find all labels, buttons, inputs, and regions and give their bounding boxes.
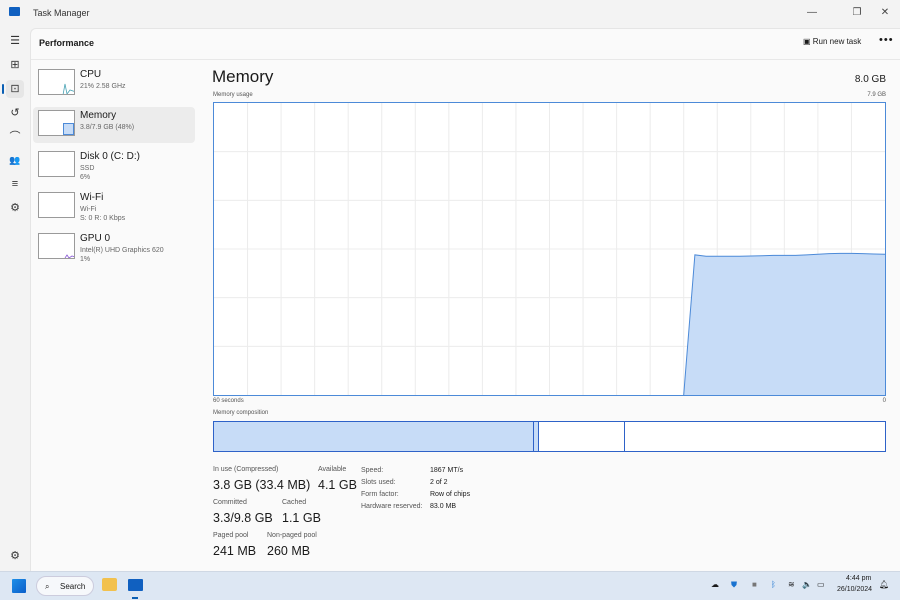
onedrive-icon[interactable]: ☁ [711,580,719,589]
startup-apps-icon[interactable]: ⌒ [6,128,24,146]
processes-icon[interactable]: ⊞ [6,56,24,74]
stat-value: 3.8 GB (33.4 MB) [213,478,311,492]
device-detail-2: 1% [80,256,91,263]
device-name: CPU [80,69,102,80]
device-detail: Intel(R) UHD Graphics 620 [80,247,164,254]
start-button[interactable] [12,579,26,593]
search-icon: ⌕ [45,582,50,591]
memory-usage-area [683,253,885,395]
clock-time[interactable]: 4:44 pm [846,575,871,582]
device-disk[interactable]: Disk 0 (C: D:) SSD 6% [33,148,195,184]
memory-composition-bar [213,421,886,452]
run-task-icon: ▣ [803,37,813,46]
spec-label: Slots used: [361,479,396,486]
clock-date[interactable]: 26/10/2024 [837,586,872,593]
spec-label: Form factor: [361,491,399,498]
device-wifi[interactable]: Wi-Fi Wi-Fi S: 0 R: 0 Kbps [33,189,195,225]
composition-free[interactable] [625,422,885,451]
hamburger-menu-icon[interactable]: ☰ [6,32,24,50]
composition-standby[interactable] [539,422,626,451]
taskbar: ⌕ Search ☁ ⛊ ■ ᛒ ≋ 🔈 ▭ 4:44 pm 26/10/202… [0,571,900,600]
spec-label: Hardware reserved: [361,503,423,510]
memory-title: Memory [212,67,274,86]
spec-value: 1867 MT/s [430,467,464,474]
device-name: Disk 0 (C: D:) [80,151,140,162]
volume-icon[interactable]: 🔈 [802,580,812,589]
nav-rail: ☰ ⊞ ⊡ ↺ ⌒ 👥 ≡ ⚙ ⚙ [0,28,30,571]
memory-usage-label: Memory usage [213,92,253,98]
notification-bell-icon[interactable]: 🔔︎ [879,580,889,589]
security-icon[interactable]: ⛊ [731,580,737,590]
device-name: Memory [80,110,117,121]
tray-app-icon[interactable]: ■ [752,580,757,589]
stat-label: Committed [213,499,247,506]
device-detail: 3.8/7.9 GB (48%) [80,124,135,131]
device-detail-2: S: 0 R: 0 Kbps [80,215,126,222]
more-options-button[interactable]: ••• [879,34,894,46]
close-button[interactable]: ✕ [873,4,897,22]
run-new-task-button[interactable]: ▣ Run new task [803,37,861,46]
wifi-thumbnail-graph [38,192,75,218]
stat-label: Non-paged pool [267,532,317,539]
memory-usage-chart [213,102,886,396]
main-panel: Performance ▣ Run new task ••• CPU 21% 2… [30,28,900,571]
stat-label: Paged pool [213,532,249,539]
settings-icon[interactable]: ⚙ [6,547,24,565]
mem-thumbnail-graph [38,110,75,136]
device-detail: SSD [80,165,95,172]
time-axis-left: 60 seconds [213,398,244,404]
spec-value: Row of chips [430,491,471,498]
device-name: Wi-Fi [80,192,104,203]
details-icon[interactable]: ≡ [6,175,24,193]
stat-label: Cached [282,499,307,506]
memory-total: 8.0 GB [854,74,886,85]
selected-indicator [2,84,4,94]
memory-composition-label: Memory composition [213,410,269,416]
minimize-button[interactable]: — [800,4,824,22]
restore-button[interactable]: ❐ [845,4,869,22]
disk-thumbnail-graph [38,151,75,177]
task-manager-taskbar-icon[interactable] [128,579,143,591]
file-explorer-icon[interactable] [102,578,117,591]
time-axis-right: 0 [882,398,886,404]
device-detail: Wi-Fi [80,206,97,213]
device-mem[interactable]: Memory 3.8/7.9 GB (48%) [33,107,195,143]
divider [31,59,900,60]
search-box[interactable]: ⌕ Search [36,576,94,596]
device-detail-2: 6% [80,174,91,181]
device-detail: 21% 2.58 GHz [80,83,126,90]
stat-label: Available [318,466,347,473]
stat-value: 3.3/9.8 GB [213,511,273,525]
device-name: GPU 0 [80,233,111,244]
users-icon[interactable]: 👥 [6,151,24,169]
gpu-thumbnail-graph [38,233,75,259]
spec-value: 83.0 MB [430,503,457,510]
stat-value: 1.1 GB [282,511,321,525]
window-title: Task Manager [33,8,90,18]
active-indicator [132,597,138,599]
search-label: Search [60,582,86,591]
stat-value: 260 MB [267,544,311,558]
device-gpu[interactable]: GPU 0 Intel(R) UHD Graphics 620 1% [33,230,195,266]
run-new-task-label: Run new task [812,37,862,46]
device-cpu[interactable]: CPU 21% 2.58 GHz [33,66,195,102]
stat-value: 4.1 GB [318,478,357,492]
title-bar: Task Manager — ❐ ✕ [0,0,900,28]
stat-value: 241 MB [213,544,257,558]
memory-usage-max: 7.9 GB [867,92,886,98]
composition-in-use[interactable] [214,422,535,451]
app-history-icon[interactable]: ↺ [6,104,24,122]
services-icon[interactable]: ⚙ [6,199,24,217]
spec-label: Speed: [361,467,384,474]
bluetooth-icon[interactable]: ᛒ [771,580,776,589]
stat-label: In use (Compressed) [213,466,279,473]
spec-value: 2 of 2 [430,479,448,486]
cpu-thumbnail-graph [38,69,75,95]
wifi-icon[interactable]: ≋ [788,580,795,589]
battery-icon[interactable]: ▭ [817,580,825,589]
task-manager-logo-icon [9,7,20,16]
page-title: Performance [39,38,95,48]
performance-icon[interactable]: ⊡ [6,80,24,98]
